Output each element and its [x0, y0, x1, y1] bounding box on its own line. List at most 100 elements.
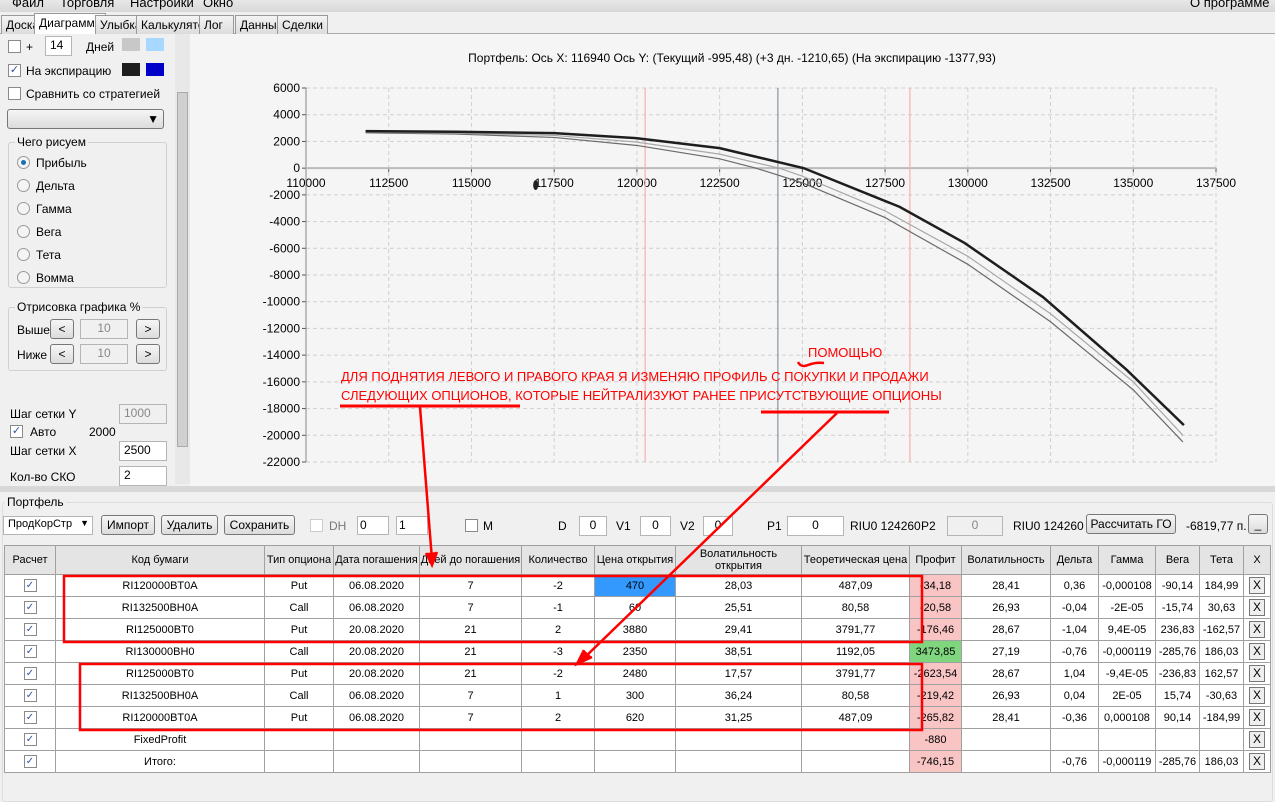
table-cell[interactable]: -2E-05 — [1098, 596, 1156, 619]
table-cell[interactable]: RI120000BT0A — [55, 706, 265, 729]
column-header[interactable]: Цена открытия — [594, 545, 676, 575]
table-cell[interactable]: 3473,85 — [909, 640, 962, 663]
calc-checkbox-cell[interactable]: ✓ — [4, 618, 56, 641]
calc-checkbox-cell[interactable]: ✓ — [4, 706, 56, 729]
table-cell[interactable]: 20.08.2020 — [333, 662, 420, 685]
below-decrease-button[interactable]: < — [50, 344, 74, 364]
days-input[interactable]: 14 — [45, 36, 72, 56]
calc-checkbox[interactable]: ✓ — [23, 755, 37, 768]
table-cell[interactable]: 06.08.2020 — [333, 574, 420, 597]
table-cell[interactable]: 2 — [521, 618, 595, 641]
table-cell[interactable] — [801, 750, 910, 773]
remove-cell[interactable]: X — [1243, 596, 1271, 619]
table-cell[interactable]: 0,04 — [1050, 684, 1099, 707]
splitter[interactable] — [0, 486, 1275, 492]
table-cell[interactable]: 80,58 — [801, 684, 910, 707]
table-cell[interactable]: -1 — [521, 596, 595, 619]
calc-checkbox-cell[interactable]: ✓ — [4, 750, 56, 773]
table-cell[interactable]: 21 — [419, 662, 522, 685]
m-checkbox[interactable] — [465, 519, 478, 532]
table-cell[interactable]: 06.08.2020 — [333, 596, 420, 619]
table-cell[interactable]: 38,51 — [675, 640, 802, 663]
table-row[interactable]: ✓ RI125000BT0 Put 20.08.2020 21 2 3880 29,41 379… — [4, 618, 1271, 641]
column-header[interactable]: Гамма — [1098, 545, 1156, 575]
table-row[interactable]: ✓ RI120000BT0A Put 06.08.2020 7 -2 470 28,03 487… — [4, 574, 1271, 597]
table-cell[interactable]: -2 — [521, 662, 595, 685]
table-cell[interactable]: -746,15 — [909, 750, 962, 773]
table-cell[interactable]: -176,46 — [909, 618, 962, 641]
radio-1[interactable] — [17, 179, 30, 192]
calc-checkbox[interactable]: ✓ — [23, 579, 37, 592]
table-cell[interactable]: -162,57 — [1199, 618, 1244, 641]
remove-cell[interactable]: X — [1243, 640, 1271, 663]
remove-row-button[interactable]: X — [1249, 621, 1265, 638]
table-cell[interactable]: 36,24 — [675, 684, 802, 707]
table-cell[interactable]: 26,93 — [961, 596, 1051, 619]
menu-settings[interactable]: Настройки — [130, 0, 194, 10]
table-cell[interactable]: Call — [264, 596, 334, 619]
compare-checkbox[interactable] — [8, 87, 21, 100]
table-cell[interactable]: RI125000BT0 — [55, 618, 265, 641]
table-cell[interactable]: 3880 — [594, 618, 676, 641]
table-cell[interactable]: 28,41 — [961, 706, 1051, 729]
calc-checkbox[interactable]: ✓ — [23, 733, 37, 746]
column-header[interactable]: Волатильность — [961, 545, 1051, 575]
table-cell[interactable] — [961, 728, 1051, 751]
radio-3[interactable] — [17, 225, 30, 238]
table-cell[interactable]: RI120000BT0A — [55, 574, 265, 597]
table-row[interactable]: ✓ RI130000BH0 Call 20.08.2020 21 -3 2350 38,51 1… — [4, 640, 1271, 663]
table-cell[interactable]: 17,57 — [675, 662, 802, 685]
column-header[interactable]: Тип опциона — [264, 545, 334, 575]
column-header[interactable]: Дата погашения — [333, 545, 420, 575]
expiration-color-1[interactable] — [122, 63, 140, 76]
column-header[interactable]: Волатильность открытия — [675, 545, 802, 575]
table-cell[interactable]: 20.08.2020 — [333, 640, 420, 663]
spin-1[interactable]: 0 — [357, 516, 389, 535]
table-cell[interactable]: 2350 — [594, 640, 676, 663]
table-cell[interactable] — [264, 728, 334, 751]
delete-button[interactable]: Удалить — [161, 515, 218, 535]
remove-row-button[interactable]: X — [1249, 643, 1265, 660]
column-header[interactable]: Дельта — [1050, 545, 1099, 575]
table-cell[interactable]: 186,03 — [1199, 750, 1244, 773]
table-cell[interactable]: -1,04 — [1050, 618, 1099, 641]
column-header[interactable]: Тета — [1199, 545, 1244, 575]
column-header[interactable]: Код бумаги — [55, 545, 265, 575]
table-cell[interactable]: RI132500BH0A — [55, 596, 265, 619]
above-decrease-button[interactable]: < — [50, 319, 74, 339]
table-cell[interactable]: RI132500BH0A — [55, 684, 265, 707]
table-row[interactable]: ✓ RI132500BH0A Call 06.08.2020 7 1 300 36,24 80,… — [4, 684, 1271, 707]
table-cell[interactable]: -0,36 — [1050, 706, 1099, 729]
table-cell[interactable]: 31,25 — [675, 706, 802, 729]
calc-checkbox[interactable]: ✓ — [23, 623, 37, 636]
table-cell[interactable]: -236,83 — [1155, 662, 1200, 685]
save-button[interactable]: Сохранить — [224, 515, 295, 535]
table-cell[interactable]: 0,000108 — [1098, 706, 1156, 729]
table-cell[interactable]: 162,57 — [1199, 662, 1244, 685]
sko-input[interactable]: 2 — [119, 466, 167, 486]
days-checkbox[interactable] — [8, 40, 21, 53]
table-cell[interactable]: 29,41 — [675, 618, 802, 641]
column-header[interactable]: Профит — [909, 545, 962, 575]
remove-cell[interactable]: X — [1243, 574, 1271, 597]
table-cell[interactable]: 7 — [419, 684, 522, 707]
below-increase-button[interactable]: > — [136, 344, 160, 364]
table-cell[interactable]: 0,36 — [1050, 574, 1099, 597]
strategy-dropdown[interactable]: ▼ — [7, 109, 164, 129]
table-cell[interactable]: 236,83 — [1155, 618, 1200, 641]
column-header[interactable]: Теоретическая цена — [801, 545, 910, 575]
calc-checkbox-cell[interactable]: ✓ — [4, 662, 56, 685]
table-cell[interactable]: -880 — [909, 728, 962, 751]
table-cell[interactable]: Put — [264, 574, 334, 597]
table-cell[interactable]: -0,76 — [1050, 750, 1099, 773]
left-panel-scrollbar[interactable] — [175, 34, 190, 484]
table-cell[interactable] — [675, 728, 802, 751]
table-cell[interactable]: -285,76 — [1155, 640, 1200, 663]
table-cell[interactable]: 06.08.2020 — [333, 706, 420, 729]
d-input[interactable]: 0 — [579, 516, 607, 536]
table-cell[interactable] — [1155, 728, 1200, 751]
table-cell[interactable]: 21 — [419, 640, 522, 663]
table-cell[interactable]: -285,76 — [1155, 750, 1200, 773]
p2-input[interactable]: 0 — [947, 516, 1003, 536]
table-cell[interactable]: 80,58 — [801, 596, 910, 619]
